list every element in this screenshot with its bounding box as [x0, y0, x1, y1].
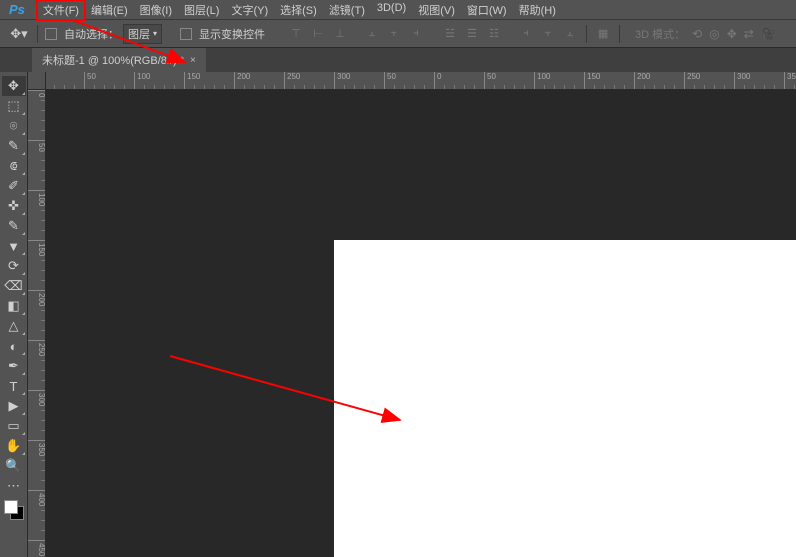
dist-hcenter-icon[interactable]: ⫟ — [539, 25, 557, 43]
menu-window[interactable]: 窗口(W) — [461, 0, 513, 20]
align-hcenter-icon[interactable]: ⫟ — [385, 25, 403, 43]
edit-toolbar[interactable]: ⋯ — [2, 476, 26, 496]
zoom-tool[interactable]: 🔍 — [2, 456, 26, 476]
align-bottom-icon[interactable]: ⊥ — [331, 25, 349, 43]
blur-tool[interactable]: △ — [2, 316, 26, 336]
eraser-tool[interactable]: ⌫ — [2, 276, 26, 296]
healing-tool[interactable]: ✜ — [2, 196, 26, 216]
hand-tool[interactable]: ✋ — [2, 436, 26, 456]
align-left-icon[interactable]: ⫠ — [363, 25, 381, 43]
path-select-tool[interactable]: ▶ — [2, 396, 26, 416]
main-area: ✥ ⬚ ⌾ ✎ ⟃ ✐ ✜ ✎ ▼ ⟳ ⌫ ◧ △ ◐ ✒ T ▶ ▭ ✋ 🔍 … — [0, 72, 796, 557]
menu-filter[interactable]: 滤镜(T) — [323, 0, 371, 20]
align-top-icon[interactable]: ⊤ — [287, 25, 305, 43]
menu-help[interactable]: 帮助(H) — [513, 0, 562, 20]
document-tab[interactable]: 未标题-1 @ 100%(RGB/8#) * × — [32, 48, 206, 72]
menu-file[interactable]: 文件(F) — [37, 0, 85, 20]
options-bar: ✥▾ 自动选择： 图层 显示变换控件 ⊤ ⊢ ⊥ ⫠ ⫟ ⫞ ☱ ☰ ☷ ⫞ ⫟… — [0, 20, 796, 48]
menu-view[interactable]: 视图(V) — [412, 0, 461, 20]
dist-top-icon[interactable]: ☱ — [441, 25, 459, 43]
canvas[interactable] — [334, 240, 796, 557]
tab-bar: 未标题-1 @ 100%(RGB/8#) * × — [0, 48, 796, 72]
orbit-icon[interactable]: ⟲ — [692, 27, 702, 41]
marquee-tool[interactable]: ⬚ — [2, 96, 26, 116]
separator — [619, 25, 620, 43]
menu-items: 文件(F) 编辑(E) 图像(I) 图层(L) 文字(Y) 选择(S) 滤镜(T… — [37, 0, 562, 20]
dist-vcenter-icon[interactable]: ☰ — [463, 25, 481, 43]
pen-tool[interactable]: ✒ — [2, 356, 26, 376]
history-brush-tool[interactable]: ⟳ — [2, 256, 26, 276]
auto-align-icon[interactable]: ▦ — [594, 25, 612, 43]
canvas-area[interactable] — [46, 90, 796, 557]
menu-select[interactable]: 选择(S) — [274, 0, 323, 20]
align-vcenter-icon[interactable]: ⊢ — [309, 25, 327, 43]
type-tool[interactable]: T — [2, 376, 26, 396]
menu-type[interactable]: 文字(Y) — [225, 0, 274, 20]
mode3d-label: 3D 模式： — [635, 26, 685, 42]
menu-image[interactable]: 图像(I) — [134, 0, 178, 20]
ruler-horizontal[interactable]: 0501001502002503005005010015020025030035… — [46, 72, 796, 90]
menu-layer[interactable]: 图层(L) — [178, 0, 225, 20]
separator — [586, 25, 587, 43]
color-swatch[interactable] — [4, 500, 24, 520]
show-transform-label: 显示变换控件 — [199, 26, 265, 42]
eyedropper-tool[interactable]: ✐ — [2, 176, 26, 196]
shape-tool[interactable]: ▭ — [2, 416, 26, 436]
lasso-tool[interactable]: ⌾ — [2, 116, 26, 136]
close-icon[interactable]: × — [190, 55, 196, 66]
layer-dropdown[interactable]: 图层 — [123, 24, 162, 44]
slide-icon[interactable]: ⇄ — [744, 27, 754, 41]
ruler-corner — [28, 72, 46, 90]
canvas-wrap: 0501001502002503005005010015020025030035… — [28, 72, 796, 557]
menu-bar: Ps 文件(F) 编辑(E) 图像(I) 图层(L) 文字(Y) 选择(S) 滤… — [0, 0, 796, 20]
ruler-vertical[interactable]: 050100150200250300350400450500550 — [28, 90, 46, 557]
dist-left-icon[interactable]: ⫞ — [517, 25, 535, 43]
move-tool-icon[interactable]: ✥▾ — [8, 23, 30, 45]
auto-select-label: 自动选择： — [64, 26, 119, 42]
zoom-icon[interactable]: 🎥 — [761, 27, 776, 41]
dodge-tool[interactable]: ◐ — [2, 336, 26, 356]
roll-icon[interactable]: ◎ — [709, 27, 719, 41]
stamp-tool[interactable]: ▼ — [2, 236, 26, 256]
align-right-icon[interactable]: ⫞ — [407, 25, 425, 43]
brush-tool[interactable]: ✎ — [2, 216, 26, 236]
menu-3d[interactable]: 3D(D) — [371, 0, 412, 20]
move-tool[interactable]: ✥ — [2, 76, 26, 96]
ps-logo: Ps — [5, 2, 29, 17]
dist-right-icon[interactable]: ⫠ — [561, 25, 579, 43]
auto-select-checkbox[interactable] — [45, 28, 57, 40]
show-transform-checkbox[interactable] — [180, 28, 192, 40]
pan-icon[interactable]: ✥ — [727, 27, 737, 41]
separator — [37, 25, 38, 43]
gradient-tool[interactable]: ◧ — [2, 296, 26, 316]
tab-title: 未标题-1 @ 100%(RGB/8#) * — [42, 52, 184, 68]
menu-edit[interactable]: 编辑(E) — [85, 0, 134, 20]
crop-tool[interactable]: ⟃ — [2, 156, 26, 176]
dist-bottom-icon[interactable]: ☷ — [485, 25, 503, 43]
quick-select-tool[interactable]: ✎ — [2, 136, 26, 156]
fg-color[interactable] — [4, 500, 18, 514]
toolbar: ✥ ⬚ ⌾ ✎ ⟃ ✐ ✜ ✎ ▼ ⟳ ⌫ ◧ △ ◐ ✒ T ▶ ▭ ✋ 🔍 … — [0, 72, 28, 557]
